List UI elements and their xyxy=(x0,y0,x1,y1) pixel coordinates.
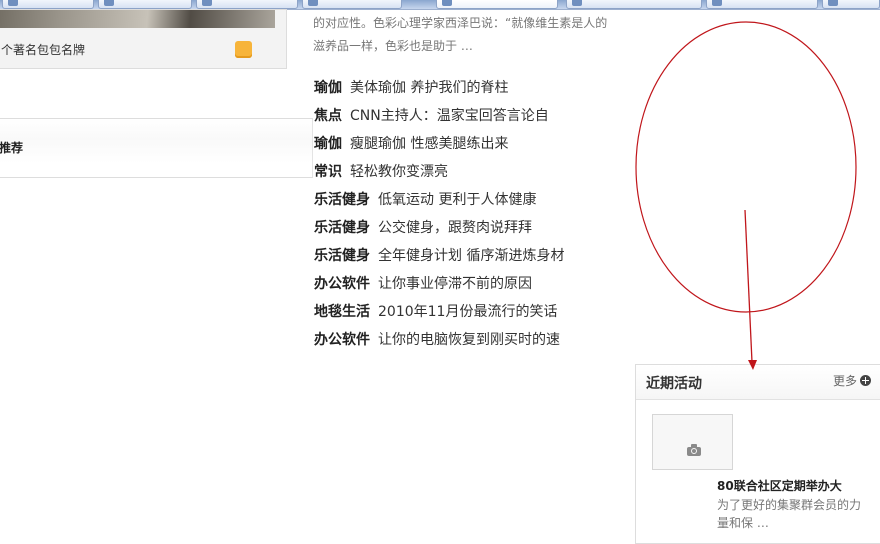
headline-category[interactable]: 乐活健身 xyxy=(314,248,370,264)
headline-category[interactable]: 地毯生活 xyxy=(314,304,370,320)
browser-tab[interactable] xyxy=(196,0,298,9)
featured-image-card[interactable]: 个著名包包名牌 xyxy=(0,9,287,69)
plus-circle-icon[interactable] xyxy=(860,375,872,386)
headline-link[interactable]: 美体瑜伽 养护我们的脊柱 xyxy=(350,80,508,96)
headline-item[interactable]: 乐活健身 公交健身，跟赘肉说拜拜 xyxy=(314,214,564,242)
featured-caption[interactable]: 个著名包包名牌 xyxy=(1,41,85,58)
recommend-title: 推荐 xyxy=(0,141,24,155)
headline-link[interactable]: 2010年11月份最流行的笑话 xyxy=(378,304,557,320)
activity-title: 近期活动 xyxy=(646,376,702,392)
headline-item[interactable]: 常识 轻松教你变漂亮 xyxy=(314,158,564,186)
intro-line: 的对应性。色彩心理学家西泽巴说：“就像维生素是人的 xyxy=(313,16,608,30)
headline-category[interactable]: 常识 xyxy=(314,164,342,180)
annotation-ellipse xyxy=(635,21,857,313)
headline-link[interactable]: 低氧运动 更利于人体健康 xyxy=(378,192,536,208)
headline-category[interactable]: 瑜伽 xyxy=(314,136,342,152)
headline-link[interactable]: 瘦腿瑜伽 性感美腿练出来 xyxy=(350,136,508,152)
headline-item[interactable]: 办公软件 让你的电脑恢复到刚买时的速 xyxy=(314,326,564,354)
headline-link[interactable]: 公交健身，跟赘肉说拜拜 xyxy=(378,220,532,236)
browser-tab-active[interactable] xyxy=(436,0,558,9)
headline-category[interactable]: 乐活健身 xyxy=(314,220,370,236)
headline-item[interactable]: 乐活健身 全年健身计划 循序渐进炼身材 xyxy=(314,242,564,270)
more-label[interactable]: 更多 xyxy=(833,372,857,389)
activity-header: 近期活动 更多 xyxy=(636,365,880,400)
orange-rounded-square-icon[interactable] xyxy=(235,41,252,58)
browser-tab[interactable] xyxy=(566,0,702,9)
headline-item[interactable]: 地毯生活 2010年11月份最流行的笑话 xyxy=(314,298,564,326)
headline-item[interactable]: 办公软件 让你事业停滞不前的原因 xyxy=(314,270,564,298)
browser-tab[interactable] xyxy=(822,0,880,9)
headline-category[interactable]: 办公软件 xyxy=(314,276,370,292)
activity-desc-line: 量和保 … xyxy=(717,516,769,530)
headline-list: 瑜伽 美体瑜伽 养护我们的脊柱 焦点 CNN主持人：温家宝回答言论自 瑜伽 瘦腿瑜伽 … xyxy=(314,74,564,354)
page-icon xyxy=(442,0,452,6)
headline-item[interactable]: 瑜伽 美体瑜伽 养护我们的脊柱 xyxy=(314,74,564,102)
annotation-arrow-shaft xyxy=(744,209,753,363)
headline-link[interactable]: 让你事业停滞不前的原因 xyxy=(378,276,532,292)
browser-tab[interactable] xyxy=(706,0,818,9)
page-icon xyxy=(104,0,114,6)
headline-category[interactable]: 瑜伽 xyxy=(314,80,342,96)
camera-icon xyxy=(687,444,701,456)
browser-tab[interactable] xyxy=(2,0,94,9)
page-icon xyxy=(572,0,582,6)
article-intro: 的对应性。色彩心理学家西泽巴说：“就像维生素是人的 滋养品一样，色彩也是助于 … xyxy=(313,12,618,58)
headline-item[interactable]: 焦点 CNN主持人：温家宝回答言论自 xyxy=(314,102,564,130)
headline-link[interactable]: 轻松教你变漂亮 xyxy=(350,164,448,180)
headline-item[interactable]: 瑜伽 瘦腿瑜伽 性感美腿练出来 xyxy=(314,130,564,158)
headline-link[interactable]: 全年健身计划 循序渐进炼身材 xyxy=(378,248,564,264)
headline-category[interactable]: 焦点 xyxy=(314,108,342,124)
more-link[interactable]: 更多 xyxy=(833,372,872,389)
page-icon xyxy=(712,0,722,6)
headline-link[interactable]: CNN主持人：温家宝回答言论自 xyxy=(350,108,549,124)
recommend-box: 推荐 xyxy=(0,118,313,178)
headline-category[interactable]: 乐活健身 xyxy=(314,192,370,208)
browser-tab[interactable] xyxy=(98,0,192,9)
page-icon xyxy=(308,0,318,6)
headline-item[interactable]: 乐活健身 低氧运动 更利于人体健康 xyxy=(314,186,564,214)
browser-tab[interactable] xyxy=(302,0,402,9)
headline-category[interactable]: 办公软件 xyxy=(314,332,370,348)
recent-activity-panel: 近期活动 更多 80联合社区定期举办大 为了更好的集聚群会员的力 量和保 … xyxy=(635,364,880,544)
intro-line: 滋养品一样，色彩也是助于 … xyxy=(313,39,473,53)
activity-item-desc: 为了更好的集聚群会员的力 量和保 … xyxy=(717,496,867,532)
headline-link[interactable]: 让你的电脑恢复到刚买时的速 xyxy=(378,332,560,348)
activity-thumbnail[interactable] xyxy=(652,414,733,470)
activity-desc-line: 为了更好的集聚群会员的力 xyxy=(717,498,862,512)
activity-item-title[interactable]: 80联合社区定期举办大 xyxy=(717,477,842,494)
page-icon xyxy=(828,0,838,6)
featured-image[interactable] xyxy=(0,10,275,28)
page-icon xyxy=(8,0,18,6)
page-icon xyxy=(202,0,212,6)
